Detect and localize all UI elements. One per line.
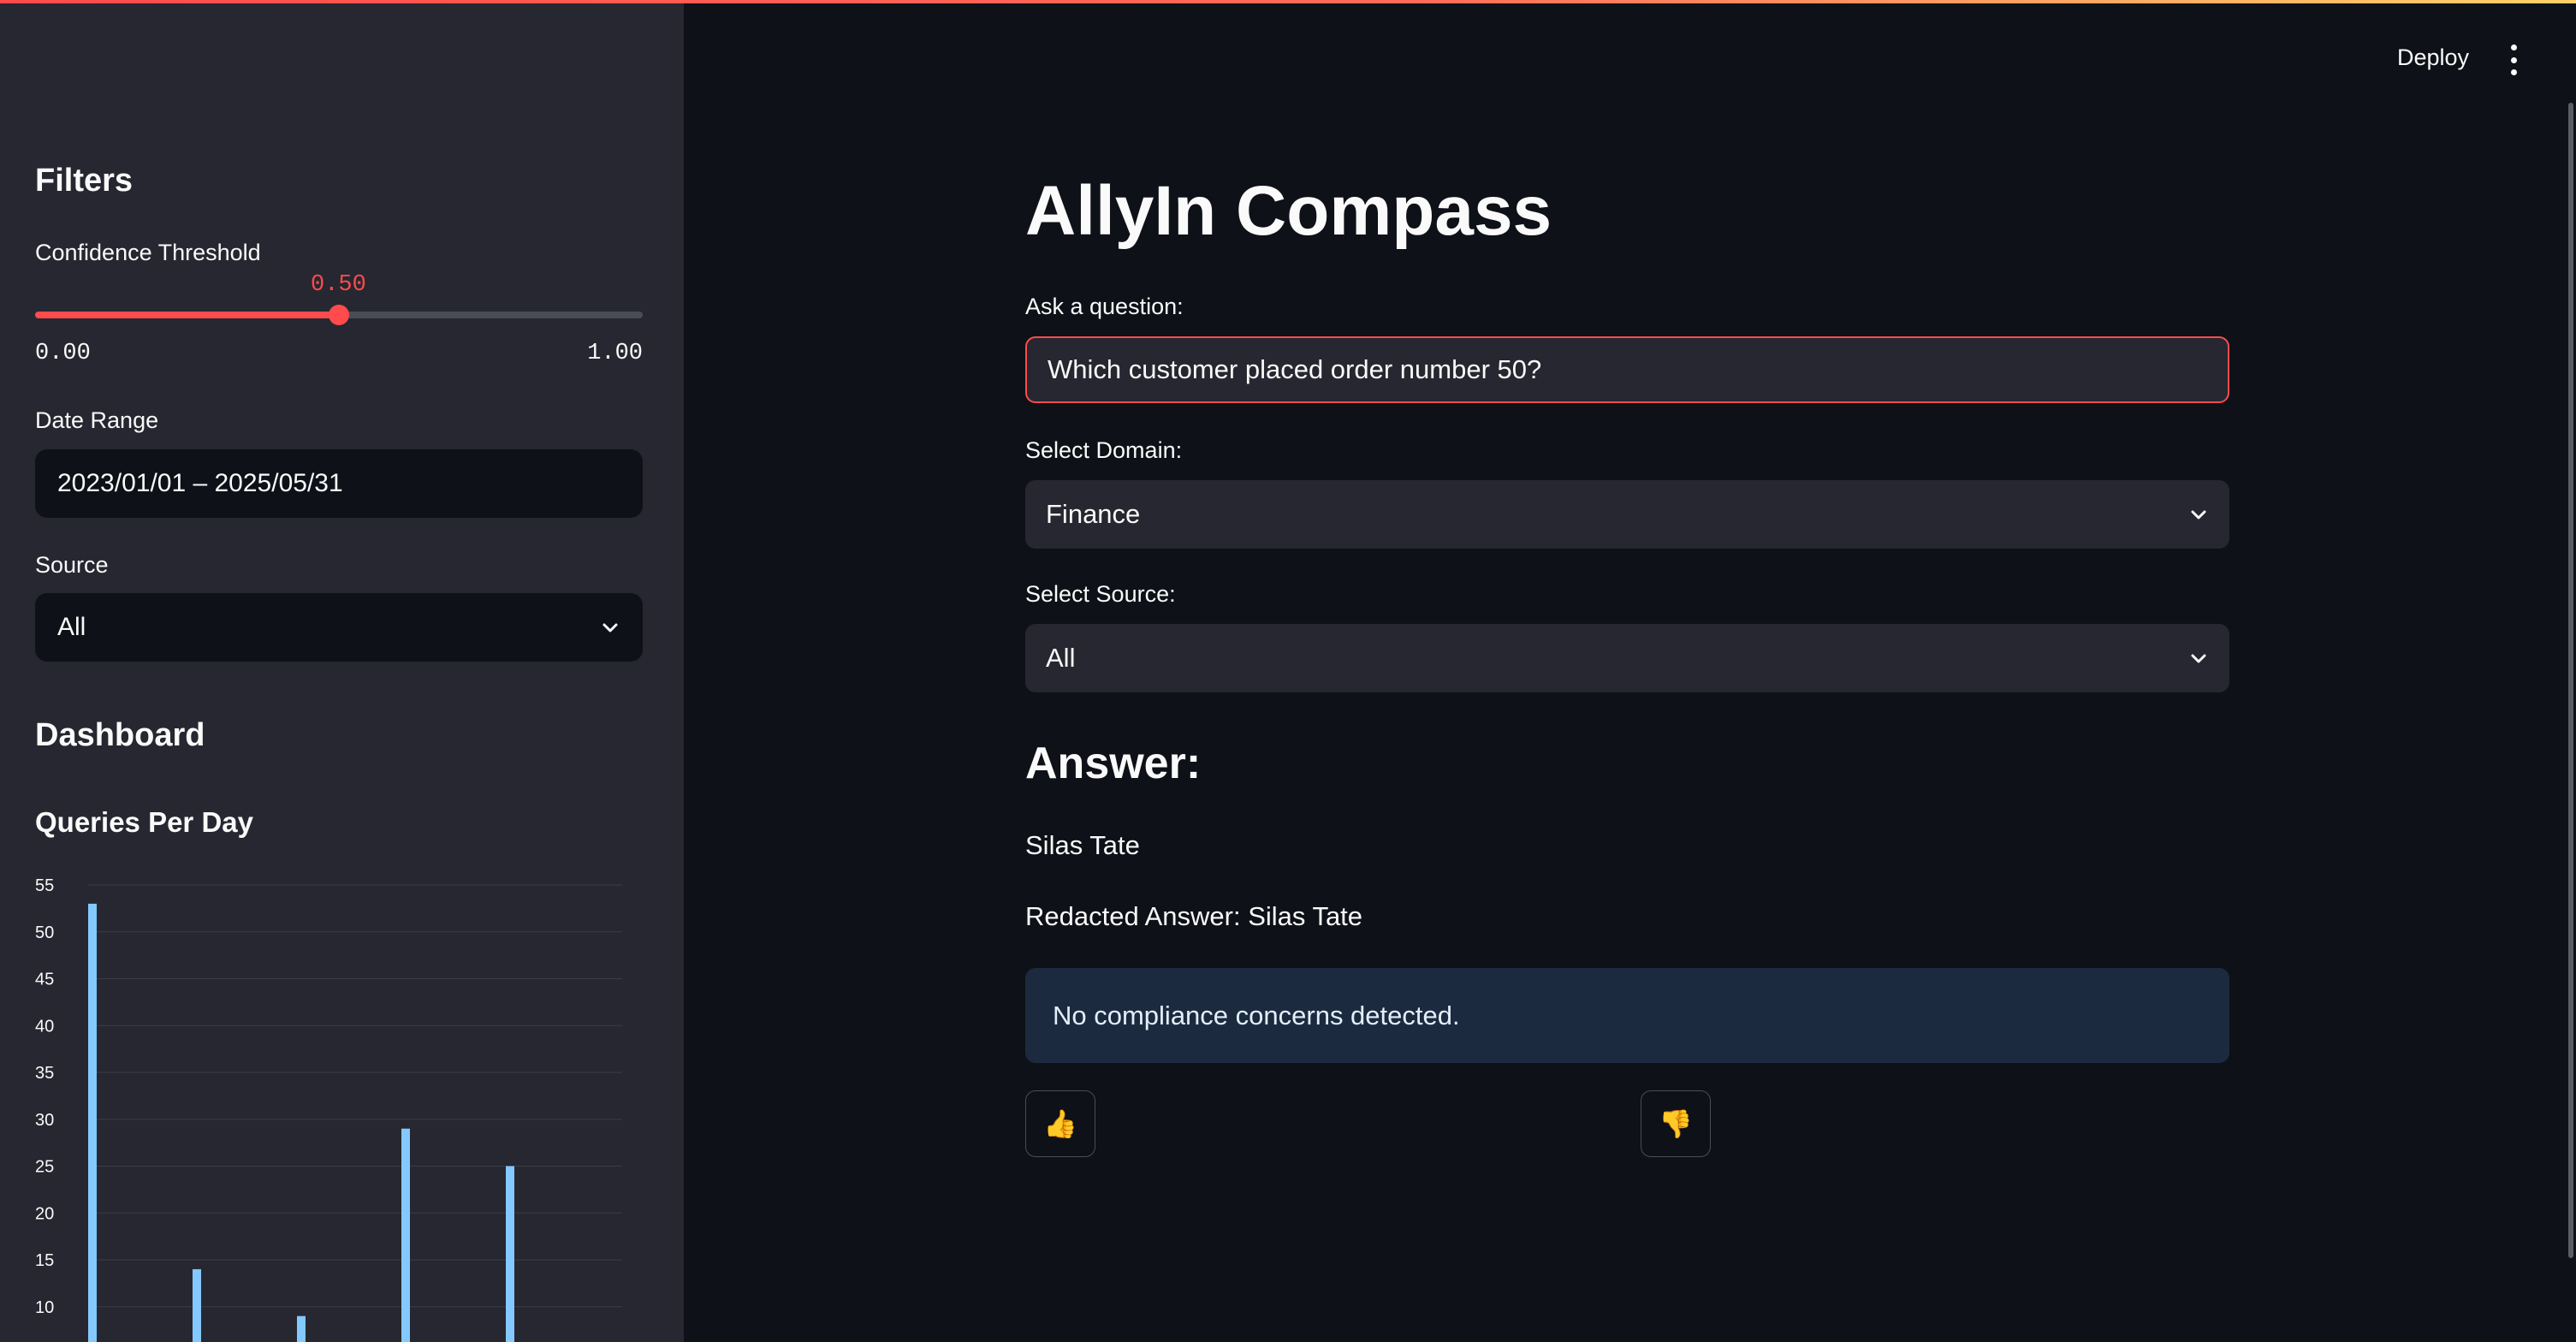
y-tick-label: 40 [35,1017,54,1036]
answer-heading: Answer: [1025,739,1202,788]
slider-min: 0.00 [35,341,91,366]
scrollbar[interactable] [2568,103,2573,1258]
domain-select[interactable]: Finance [1025,480,2229,549]
date-range-value: 2023/01/01 – 2025/05/31 [57,469,343,497]
confidence-value: 0.50 [311,272,366,298]
thumbs-up-icon: 👍 [1043,1108,1077,1139]
main-source-select-value: All [1046,643,1076,673]
redacted-answer-text: Redacted Answer: Silas Tate [1025,901,1363,931]
slider-fill [35,312,339,318]
y-tick-label: 25 [35,1158,54,1177]
chart-bar[interactable] [506,1166,514,1342]
source-select[interactable]: All [35,593,643,662]
domain-select-value: Finance [1046,499,1141,529]
main-area: Deploy AllyIn Compass Ask a question: Wh… [684,0,2576,1342]
source-select-label: Select Source: [1025,581,1176,607]
thumbs-up-button[interactable]: 👍 [1025,1090,1095,1157]
slider-max: 1.00 [587,341,643,366]
compliance-info-box: No compliance concerns detected. [1025,968,2229,1063]
confidence-slider[interactable] [35,305,643,325]
top-accent-bar [0,0,2576,3]
y-tick-label: 50 [35,923,54,942]
y-tick-label: 20 [35,1204,54,1223]
chevron-down-icon [2191,510,2206,520]
domain-label: Select Domain: [1025,437,1183,463]
chart-bar[interactable] [88,903,97,1342]
dashboard-heading: Dashboard [35,717,205,753]
confidence-threshold-label: Confidence Threshold [35,240,261,265]
y-tick-label: 30 [35,1111,54,1130]
queries-per-day-chart: 555045403530252015105 [35,876,622,1342]
source-select-value: All [57,613,86,641]
compliance-text: No compliance concerns detected. [1053,1000,1460,1030]
chevron-down-icon [602,623,618,632]
y-tick-label: 10 [35,1298,54,1317]
chart-bar[interactable] [401,1128,410,1342]
date-range-input[interactable]: 2023/01/01 – 2025/05/31 [35,449,643,518]
question-input[interactable]: Which customer placed order number 50? [1025,336,2229,403]
question-input-value: Which customer placed order number 50? [1048,354,1542,384]
chart-bar[interactable] [297,1315,306,1342]
y-tick-label: 15 [35,1251,54,1270]
slider-thumb[interactable] [329,305,349,325]
sidebar: Filters Confidence Threshold 0.50 0.00 1… [0,0,684,1342]
source-label: Source [35,552,109,578]
chart-title: Queries Per Day [35,806,253,838]
thumbs-down-button[interactable]: 👎 [1641,1090,1711,1157]
thumbs-down-icon: 👎 [1659,1108,1693,1139]
answer-text: Silas Tate [1025,830,1140,860]
deploy-button[interactable]: Deploy [2397,45,2469,71]
chevron-down-icon [2191,654,2206,663]
date-range-label: Date Range [35,407,159,433]
y-tick-label: 35 [35,1064,54,1083]
question-label: Ask a question: [1025,294,1184,319]
main-source-select[interactable]: All [1025,624,2229,692]
chart-bar[interactable] [193,1268,201,1342]
kebab-menu-icon[interactable] [2505,45,2522,75]
y-tick-label: 55 [35,876,54,895]
filters-heading: Filters [35,163,134,199]
page-title: AllyIn Compass [1025,172,1552,250]
y-tick-label: 45 [35,971,54,989]
